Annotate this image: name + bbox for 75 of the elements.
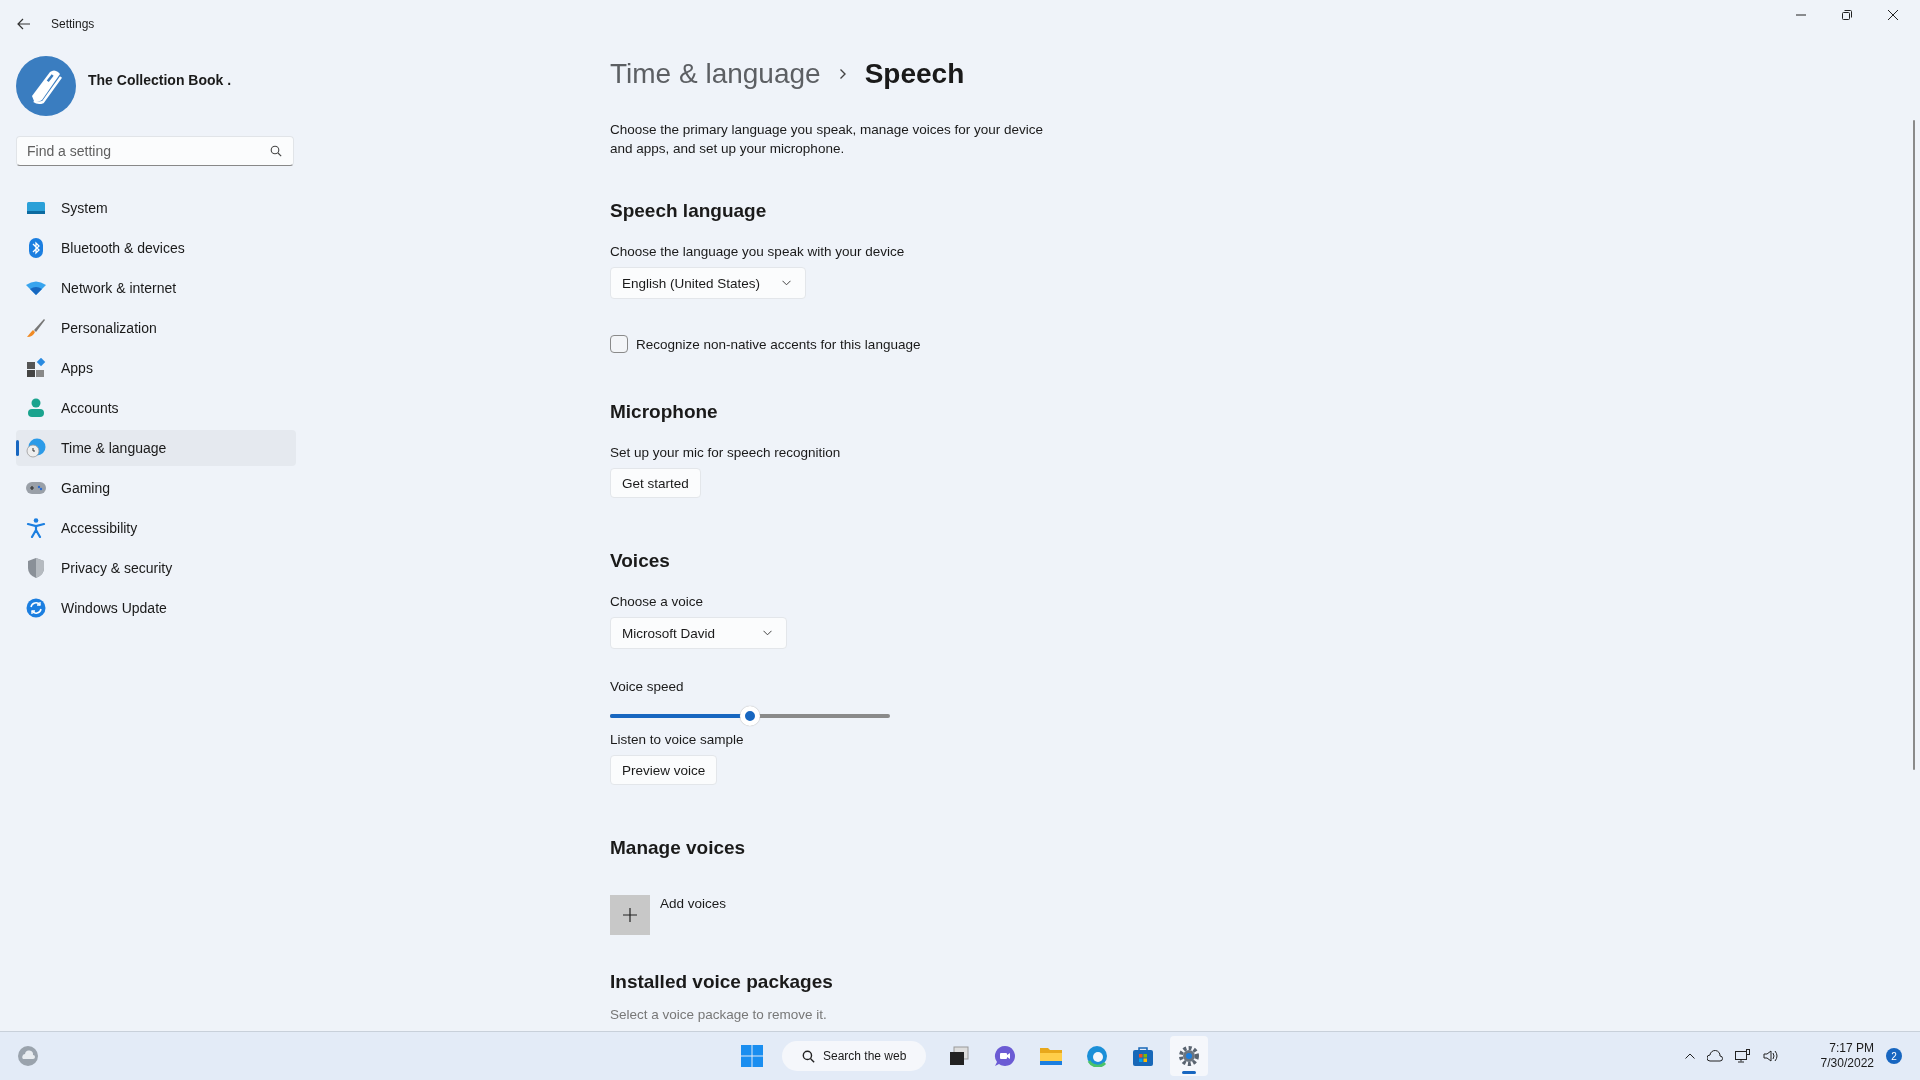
globe-clock-icon	[26, 438, 46, 458]
hint-text: Select a voice package to remove it.	[610, 1007, 827, 1022]
section-heading: Speech language	[610, 200, 767, 222]
checkbox[interactable]	[610, 335, 628, 353]
add-voices-label[interactable]: Add voices	[660, 896, 727, 911]
field-label: Listen to voice sample	[610, 732, 744, 747]
wifi-icon	[26, 281, 46, 295]
checkbox-label: Recognize non-native accents for this language	[636, 336, 921, 352]
back-arrow-icon[interactable]	[17, 18, 31, 30]
browser-swirl-icon	[1086, 1045, 1108, 1067]
slider-thumb[interactable]	[740, 706, 760, 726]
section-heading: Voices	[610, 550, 670, 572]
nav-item[interactable]: Accessibility	[16, 510, 296, 546]
breadcrumb-parent[interactable]: Time & language	[610, 58, 821, 90]
folder-icon	[1039, 1046, 1063, 1066]
bluetooth-icon	[26, 238, 46, 258]
clock[interactable]: 7:17 PM 7/30/2022	[1820, 1041, 1874, 1071]
page-description: Choose the primary language you speak, manage voices for your device and apps, and set up your microphone.	[610, 121, 1044, 158]
field-label: Voice speed	[610, 679, 684, 694]
nav-item[interactable]: Gaming	[16, 470, 296, 506]
field-label: Choose the language you speak with your device	[610, 244, 905, 259]
chevron-down-icon	[763, 630, 772, 636]
gear-icon	[1178, 1045, 1200, 1067]
notification-badge[interactable]: 2	[1886, 1048, 1902, 1064]
nav-item[interactable]: Network & internet	[16, 270, 296, 306]
search-icon	[802, 1049, 815, 1063]
restore-icon[interactable]	[1842, 10, 1852, 20]
search-icon	[270, 145, 282, 157]
window-title: Settings	[51, 17, 95, 31]
nav-item[interactable]: Privacy & security	[16, 550, 296, 586]
section-heading: Manage voices	[610, 837, 746, 859]
refresh-circle-icon	[26, 598, 46, 618]
search-field[interactable]: Find a setting	[16, 136, 294, 166]
nav-item[interactable]: Personalization	[16, 310, 296, 346]
nav-item[interactable]: Bluetooth & devices	[16, 230, 296, 266]
person-icon	[26, 398, 46, 418]
page-title: Speech	[864, 58, 965, 90]
plus-icon	[623, 908, 637, 922]
chat-bubble-icon	[994, 1045, 1016, 1067]
apps-grid-icon	[26, 358, 46, 378]
scrollbar[interactable]	[1913, 120, 1915, 770]
field-label: Set up your mic for speech recognition	[610, 445, 841, 460]
nav-item[interactable]: Accounts	[16, 390, 296, 426]
chevron-right-icon	[838, 68, 847, 80]
profile-name: The Collection Book .	[88, 72, 232, 88]
chevron-down-icon	[782, 280, 792, 286]
clock-time: 7:17 PM	[1829, 1041, 1874, 1056]
action-button[interactable]: Preview voice	[610, 755, 718, 785]
gamepad-icon	[26, 481, 46, 495]
close-icon[interactable]	[1888, 10, 1898, 20]
store-bag-icon	[1132, 1045, 1154, 1067]
nav-item[interactable]: Apps	[16, 350, 296, 386]
network-monitor-icon[interactable]	[1734, 1049, 1751, 1063]
nav-item[interactable]: Time & language	[16, 430, 296, 466]
chevron-up-icon[interactable]	[1684, 1053, 1695, 1059]
dropdown[interactable]: English (United States)	[610, 267, 807, 299]
monitor-icon	[26, 200, 46, 216]
add-button[interactable]	[610, 895, 650, 935]
section-heading: Installed voice packages	[610, 971, 833, 993]
cloud-icon[interactable]	[1706, 1050, 1723, 1062]
nav-item[interactable]: Windows Update	[16, 590, 296, 626]
paintbrush-icon	[26, 318, 46, 338]
speed-slider[interactable]	[610, 706, 890, 726]
speaker-icon[interactable]	[1762, 1049, 1779, 1063]
taskbar-search-field[interactable]: Search the web	[782, 1041, 926, 1071]
field-label: Choose a voice	[610, 594, 704, 609]
start-windows-icon[interactable]	[740, 1044, 764, 1068]
task-view-icon	[948, 1045, 970, 1067]
dropdown[interactable]: Microsoft David	[610, 617, 787, 649]
section-heading: Microphone	[610, 401, 718, 423]
nav-item[interactable]: System	[16, 190, 296, 226]
accessibility-person-icon	[26, 518, 46, 538]
shield-icon	[26, 558, 46, 578]
clock-date: 7/30/2022	[1820, 1056, 1874, 1071]
action-button[interactable]: Get started	[610, 468, 701, 498]
